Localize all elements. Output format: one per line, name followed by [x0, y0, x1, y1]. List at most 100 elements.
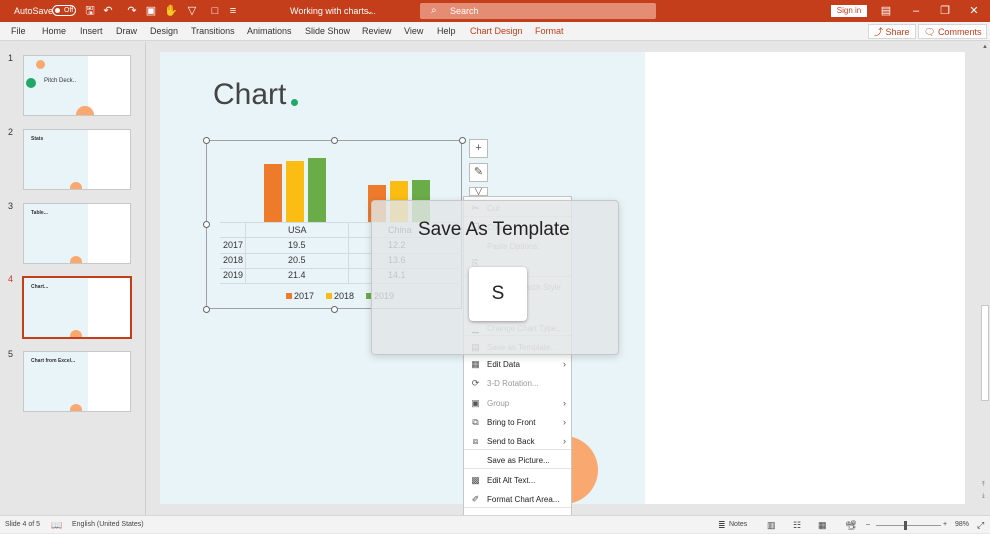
legend-swatch — [286, 293, 292, 299]
resize-handle[interactable] — [203, 306, 210, 313]
zoom-slider[interactable] — [876, 525, 941, 526]
chart-bar — [308, 157, 326, 222]
search-icon: ⌕ — [431, 5, 437, 16]
keyboard-key: S — [469, 267, 527, 321]
tab-home[interactable]: Home — [42, 22, 66, 41]
tab-chart-design[interactable]: Chart Design — [470, 22, 523, 41]
customize-toolbar-icon[interactable]: ≡ — [226, 4, 240, 18]
tab-help[interactable]: Help — [437, 22, 456, 41]
vertical-scrollbar[interactable]: ▲ ⤒ ⤓ — [980, 42, 990, 515]
menu-item-label: Group — [487, 399, 510, 408]
next-slide-icon[interactable]: ⤓ — [982, 493, 985, 500]
redo-icon[interactable]: ↷ — [125, 4, 139, 18]
group-icon: ▣ — [471, 398, 480, 408]
tab-animations[interactable]: Animations — [247, 22, 292, 41]
menu-item[interactable]: ▩ Edit Alt Text... — [464, 471, 571, 490]
comments-label: Comments — [937, 27, 982, 37]
menu-separator — [464, 468, 571, 469]
slide-thumbnail-3[interactable]: Table... — [23, 203, 131, 264]
table-row-label: 2018 — [223, 255, 244, 265]
thumbnail-title: Chart... — [31, 284, 49, 290]
menu-item: ⟳ 3-D Rotation... — [464, 374, 571, 393]
resize-handle[interactable] — [203, 221, 210, 228]
menu-separator — [464, 449, 571, 450]
autosave-toggle[interactable]: Off — [52, 5, 76, 16]
tab-design[interactable]: Design — [150, 22, 178, 41]
share-button[interactable]: ⤴ Share — [868, 24, 916, 39]
save-icon[interactable]: 🖫 — [83, 4, 97, 18]
tab-file[interactable]: File — [11, 22, 26, 41]
thumbnail-title: Chart from Excel... — [31, 358, 76, 364]
notes-icon[interactable]: ≣ — [718, 516, 726, 534]
document-title[interactable]: Working with charts... — [290, 0, 376, 22]
menu-item[interactable]: ⧉ Bring to Front › — [464, 413, 571, 432]
rotation-icon: ⟳ — [471, 378, 480, 388]
chart-bar — [264, 163, 282, 222]
resize-handle[interactable] — [331, 306, 338, 313]
zoom-out-icon[interactable]: – — [866, 516, 870, 534]
bring-front-icon: ⧉ — [472, 417, 479, 427]
sign-in-button[interactable]: Sign in — [831, 5, 867, 17]
tab-slide-show[interactable]: Slide Show — [305, 22, 350, 41]
thumbnail-number: 5 — [8, 349, 14, 359]
language-label[interactable]: English (United States) — [72, 516, 144, 534]
close-icon[interactable]: ✕ — [967, 4, 981, 18]
undo-icon[interactable]: ↶ — [101, 4, 115, 18]
chevron-right-icon: › — [563, 417, 566, 427]
slide-title[interactable]: Chart — [213, 78, 286, 112]
touch-mode-icon[interactable]: ✋ — [164, 4, 178, 18]
zoom-level[interactable]: 98% — [955, 516, 969, 534]
decor-dot — [70, 182, 82, 189]
resize-handle[interactable] — [203, 137, 210, 144]
ribbon-display-icon[interactable]: ▤ — [879, 4, 893, 18]
slide-thumbnail-5[interactable]: Chart from Excel... — [23, 351, 131, 412]
decor-dot — [76, 106, 94, 115]
table-row-label: 2019 — [223, 270, 244, 280]
slide-thumbnail-2[interactable]: Stats — [23, 129, 131, 190]
scroll-thumb[interactable] — [981, 305, 989, 401]
tab-review[interactable]: Review — [362, 22, 392, 41]
menu-item[interactable]: ▦ Edit Data › — [464, 355, 571, 374]
slide-thumbnail-1[interactable]: Pitch Deck.. — [23, 55, 131, 116]
resize-handle[interactable] — [331, 137, 338, 144]
fit-to-window-icon[interactable]: ⤢ — [977, 516, 984, 534]
tab-view[interactable]: View — [404, 22, 423, 41]
share-label: Share — [885, 27, 910, 37]
presenter-icon[interactable]: ▣ — [144, 4, 158, 18]
slideshow-icon[interactable]: 📽 — [845, 516, 856, 534]
chevron-down-icon[interactable]: ⌄ — [366, 0, 374, 22]
menu-item-label: Bring to Front — [487, 418, 536, 427]
draw-icon[interactable]: ▽ — [185, 4, 199, 18]
chart-styles-button[interactable]: ✎ — [469, 163, 488, 182]
normal-view-icon[interactable]: ▥ — [767, 516, 776, 534]
legend-swatch — [326, 293, 332, 299]
chart-filters-button[interactable]: ▽ — [469, 187, 488, 196]
zoom-in-icon[interactable]: + — [943, 516, 947, 534]
prev-slide-icon[interactable]: ⤒ — [982, 482, 985, 489]
chart-elements-button[interactable]: + — [469, 139, 488, 158]
minimize-icon[interactable]: – — [909, 4, 923, 18]
format-icon: ✐ — [471, 494, 480, 504]
restore-icon[interactable]: ❐ — [938, 4, 952, 18]
notes-button[interactable]: Notes — [729, 516, 747, 534]
zoom-slider-thumb[interactable] — [904, 521, 907, 530]
spellcheck-icon[interactable]: 📖 — [51, 516, 62, 534]
thumbnail-title: Pitch Deck.. — [44, 78, 77, 84]
tab-transitions[interactable]: Transitions — [191, 22, 235, 41]
slide-sorter-icon[interactable]: ☷ — [793, 516, 801, 534]
slide-thumbnail-4[interactable]: Chart... — [22, 276, 132, 339]
tab-format[interactable]: Format — [535, 22, 564, 41]
reading-view-icon[interactable]: ▦ — [818, 516, 827, 534]
search-placeholder: Search — [450, 6, 479, 16]
status-bar: Slide 4 of 5 📖 English (United States) ≣… — [0, 515, 990, 533]
shape-icon[interactable]: □ — [208, 4, 222, 18]
comments-button[interactable]: 🗨 Comments — [918, 24, 988, 39]
menu-separator — [464, 507, 571, 508]
tab-draw[interactable]: Draw — [116, 22, 137, 41]
resize-handle[interactable] — [459, 137, 466, 144]
search-box[interactable]: ⌕ Search — [420, 3, 656, 19]
tab-insert[interactable]: Insert — [80, 22, 103, 41]
scroll-up-icon[interactable]: ▲ — [982, 44, 988, 50]
alt-text-icon: ▩ — [471, 475, 480, 485]
chevron-right-icon: › — [563, 359, 566, 369]
